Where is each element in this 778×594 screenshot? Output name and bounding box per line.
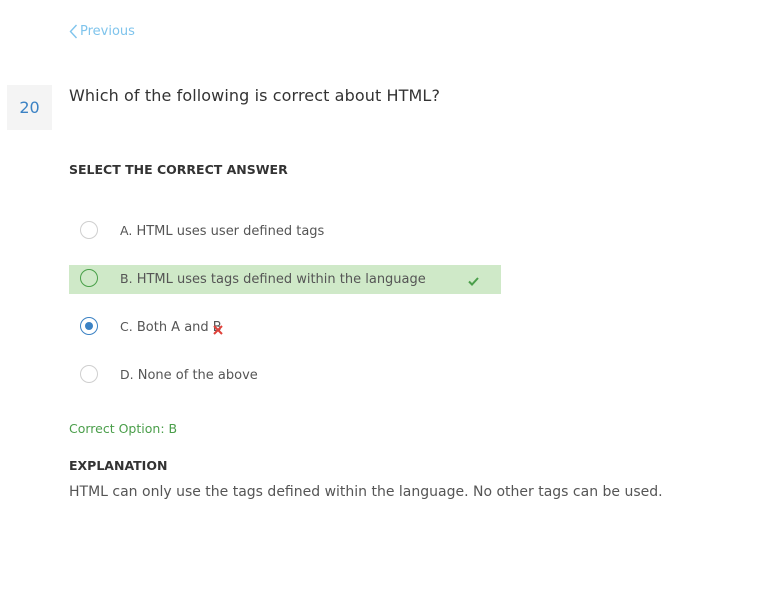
- question-text: Which of the following is correct about …: [69, 86, 441, 105]
- option-c-label: C. Both A and B: [120, 319, 222, 335]
- option-a-label: A. HTML uses user defined tags: [120, 223, 324, 239]
- option-b-letter: B.: [120, 271, 133, 286]
- explanation-heading: EXPLANATION: [69, 458, 168, 473]
- chevron-left-icon: [69, 24, 78, 39]
- option-d-text: None of the above: [137, 368, 258, 383]
- radio-option-b[interactable]: [80, 269, 98, 287]
- option-d[interactable]: D. None of the above: [69, 361, 501, 390]
- option-b[interactable]: B. HTML uses tags defined within the lan…: [69, 265, 501, 294]
- option-d-letter: D.: [120, 367, 134, 382]
- option-c-text: Both A and B: [136, 320, 222, 335]
- previous-label: Previous: [80, 24, 135, 39]
- question-number-badge: 20: [7, 85, 52, 130]
- option-d-label: D. None of the above: [120, 367, 258, 383]
- radio-option-d[interactable]: [80, 365, 98, 383]
- previous-link[interactable]: Previous: [69, 24, 135, 39]
- radio-option-c[interactable]: [80, 317, 98, 335]
- option-a-letter: A.: [120, 223, 133, 238]
- option-c[interactable]: C. Both A and B: [69, 313, 501, 342]
- option-a[interactable]: A. HTML uses user defined tags: [69, 217, 501, 246]
- option-a-text: HTML uses user defined tags: [136, 224, 325, 239]
- option-b-label: B. HTML uses tags defined within the lan…: [120, 271, 426, 287]
- explanation-text: HTML can only use the tags defined withi…: [69, 484, 663, 500]
- radio-option-a[interactable]: [80, 221, 98, 239]
- select-answer-heading: SELECT THE CORRECT ANSWER: [69, 162, 288, 177]
- question-number: 20: [19, 98, 40, 117]
- checkmark-icon: [468, 277, 479, 286]
- cross-icon: [213, 325, 223, 335]
- correct-option-text: Correct Option: B: [69, 421, 178, 436]
- option-b-text: HTML uses tags defined within the langua…: [136, 272, 426, 287]
- option-c-letter: C.: [120, 319, 133, 334]
